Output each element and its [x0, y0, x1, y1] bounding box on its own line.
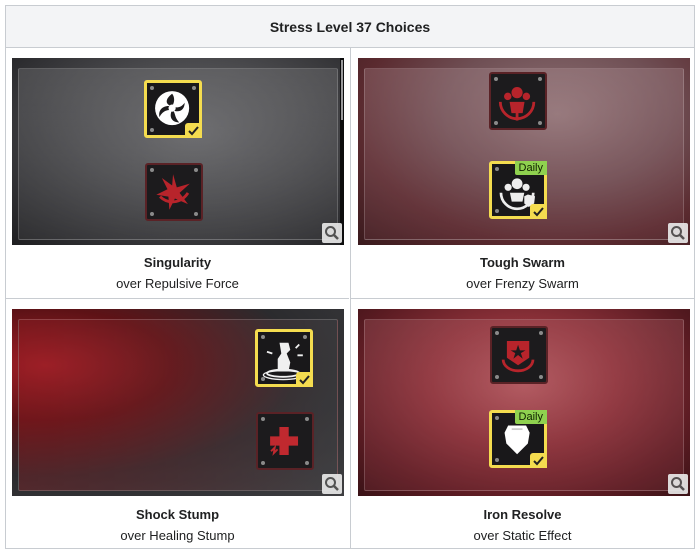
choice-screenshot[interactable]: [12, 309, 344, 496]
daily-badge: Daily: [514, 161, 547, 175]
choice-screenshot[interactable]: Daily: [358, 309, 690, 496]
daily-badge: Daily: [514, 410, 547, 424]
choice-name: Shock Stump: [135, 507, 220, 522]
choice-cell-tough-swarm: Daily Tough Swarm over Frenzy Swarm: [350, 48, 694, 298]
swarm-shield-icon: Daily: [489, 161, 547, 219]
choice-name: Singularity: [143, 255, 212, 270]
checkmark-icon: [530, 453, 547, 468]
swirl-icon: [144, 80, 202, 138]
magnifier-icon[interactable]: [668, 474, 688, 494]
magnifier-icon[interactable]: [668, 223, 688, 243]
checkmark-icon: [530, 204, 547, 219]
choice-screenshot[interactable]: Daily: [358, 58, 690, 245]
choice-over: over Healing Stump: [120, 528, 235, 543]
stress-choices-table: Stress Level 37 Choices Singularity over…: [5, 5, 695, 549]
shield-icon: Daily: [489, 410, 547, 468]
table-header: Stress Level 37 Choices: [6, 6, 694, 48]
choice-cell-iron-resolve: Daily Iron Resolve over Static Effect: [350, 298, 694, 549]
choice-cell-shock-stump: Shock Stump over Healing Stump: [6, 298, 349, 549]
checkmark-icon: [296, 372, 313, 387]
choice-cell-singularity: Singularity over Repulsive Force: [6, 48, 349, 298]
choice-screenshot[interactable]: [12, 58, 344, 245]
checkmark-icon: [185, 123, 202, 138]
choice-over: over Frenzy Swarm: [466, 276, 579, 291]
choice-name: Tough Swarm: [480, 255, 565, 270]
swarm-icon: [489, 72, 547, 130]
choice-over: over Repulsive Force: [116, 276, 239, 291]
star-shield-icon: [490, 326, 548, 384]
cross-icon: [256, 412, 314, 470]
scrollbar: [340, 58, 344, 245]
stump-lightning-icon: [255, 329, 313, 387]
burst-icon: [145, 163, 203, 221]
magnifier-icon[interactable]: [322, 474, 342, 494]
choice-name: Iron Resolve: [483, 507, 562, 522]
choice-over: over Static Effect: [473, 528, 572, 543]
magnifier-icon[interactable]: [322, 223, 342, 243]
